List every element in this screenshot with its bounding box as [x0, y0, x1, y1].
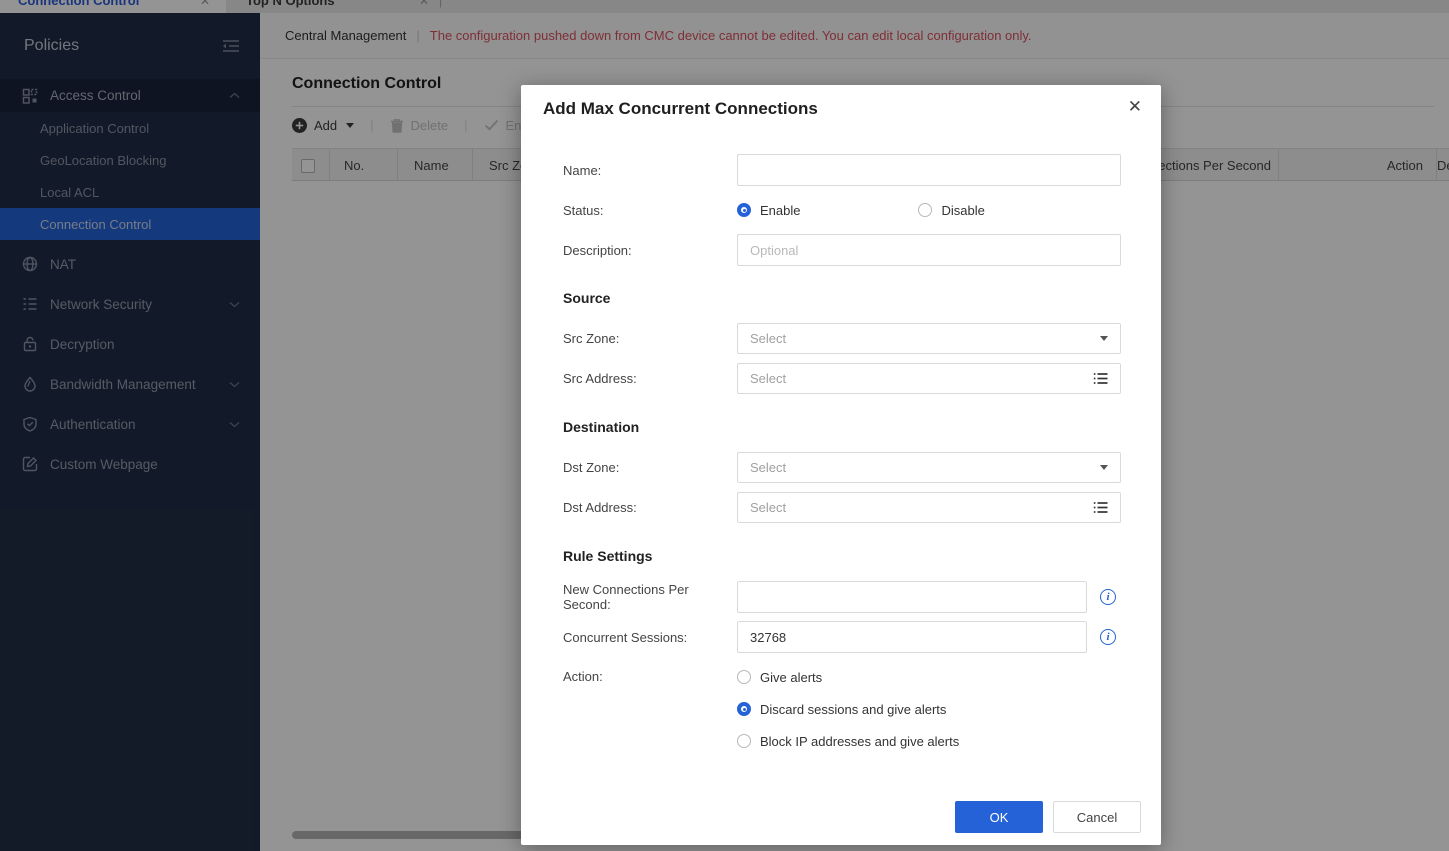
dst-zone-label: Dst Zone:: [563, 460, 620, 475]
action-block-ip-label: Block IP addresses and give alerts: [760, 733, 960, 749]
info-icon[interactable]: i: [1100, 629, 1116, 645]
ok-button[interactable]: OK: [955, 801, 1043, 833]
select-placeholder: Select: [750, 371, 787, 386]
list-picker-icon: [1093, 373, 1108, 384]
description-input[interactable]: [737, 234, 1121, 266]
source-section-heading: Source: [563, 290, 611, 306]
concurrent-sessions-label: Concurrent Sessions:: [563, 629, 688, 645]
rule-settings-section-heading: Rule Settings: [563, 548, 653, 564]
dialog-title: Add Max Concurrent Connections: [543, 99, 818, 118]
action-give-alerts-radio[interactable]: [737, 670, 751, 684]
info-icon[interactable]: i: [1100, 589, 1116, 605]
description-label: Description:: [563, 242, 632, 258]
src-address-select[interactable]: Select: [737, 363, 1121, 394]
action-label: Action:: [563, 669, 603, 684]
dst-zone-select[interactable]: Select: [737, 452, 1121, 483]
action-discard-sessions-radio[interactable]: [737, 702, 751, 716]
src-zone-select[interactable]: Select: [737, 323, 1121, 354]
status-label: Status:: [563, 202, 604, 218]
name-label: Name:: [563, 162, 602, 178]
new-connections-per-second-input[interactable]: [737, 581, 1087, 613]
select-placeholder: Select: [750, 331, 787, 346]
list-picker-icon: [1093, 502, 1108, 513]
status-disable-radio[interactable]: [918, 203, 933, 217]
concurrent-sessions-input[interactable]: [737, 621, 1087, 653]
select-placeholder: Select: [750, 500, 787, 515]
add-max-concurrent-connections-dialog: Add Max Concurrent Connections ✕ Name: S…: [521, 85, 1161, 845]
status-enable-radio[interactable]: [737, 203, 751, 217]
src-address-label: Src Address:: [563, 371, 637, 386]
select-placeholder: Select: [750, 460, 787, 475]
close-icon[interactable]: ✕: [1128, 98, 1142, 115]
chevron-down-icon: [1100, 336, 1108, 341]
name-input[interactable]: [737, 154, 1121, 186]
action-discard-sessions-label: Discard sessions and give alerts: [760, 701, 947, 717]
status-enable-label: Enable: [760, 202, 801, 218]
status-disable-label: Disable: [941, 202, 985, 218]
action-block-ip-radio[interactable]: [737, 734, 751, 748]
new-connections-per-second-label: New Connections Per Second:: [563, 582, 689, 612]
action-give-alerts-label: Give alerts: [760, 669, 823, 685]
cancel-button[interactable]: Cancel: [1053, 801, 1141, 833]
chevron-down-icon: [1100, 465, 1108, 470]
dst-address-select[interactable]: Select: [737, 492, 1121, 523]
dst-address-label: Dst Address:: [563, 500, 637, 515]
src-zone-label: Src Zone:: [563, 331, 620, 346]
destination-section-heading: Destination: [563, 419, 640, 435]
